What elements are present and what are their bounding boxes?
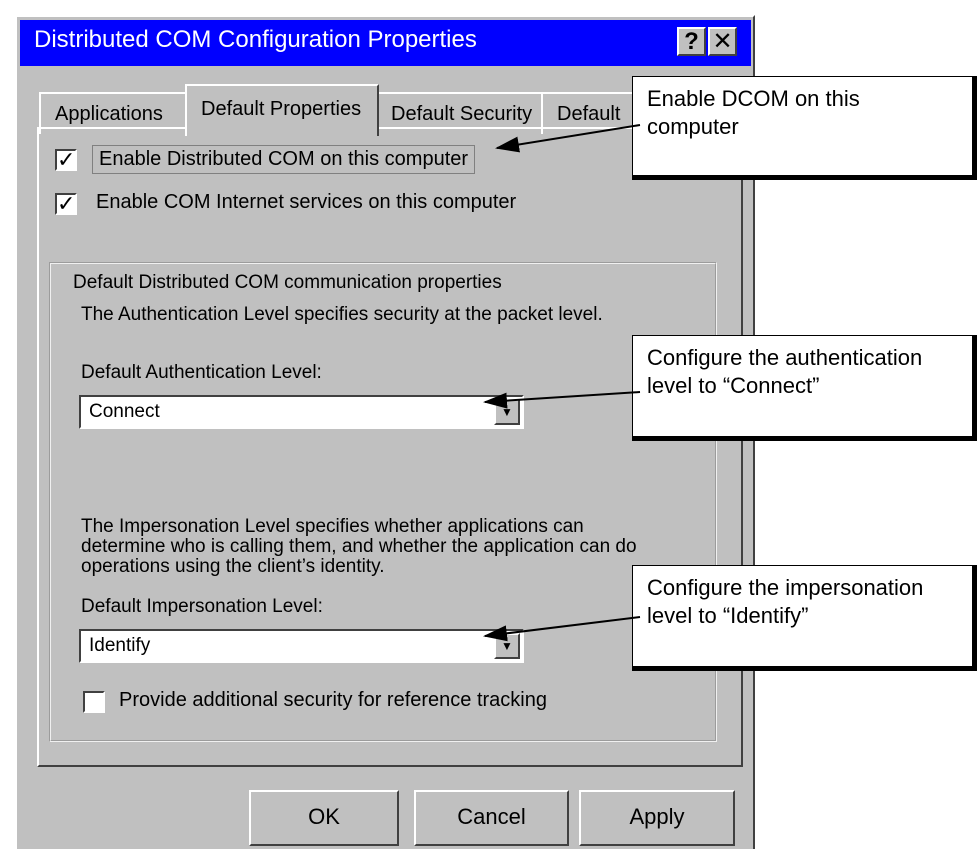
arrow-to-authentication	[483, 391, 641, 409]
arrow-to-enable-dcom	[495, 124, 641, 153]
arrow-to-impersonation	[483, 616, 641, 642]
callout-arrows	[483, 124, 641, 642]
tab-default-properties[interactable]: Default Properties	[185, 84, 379, 136]
